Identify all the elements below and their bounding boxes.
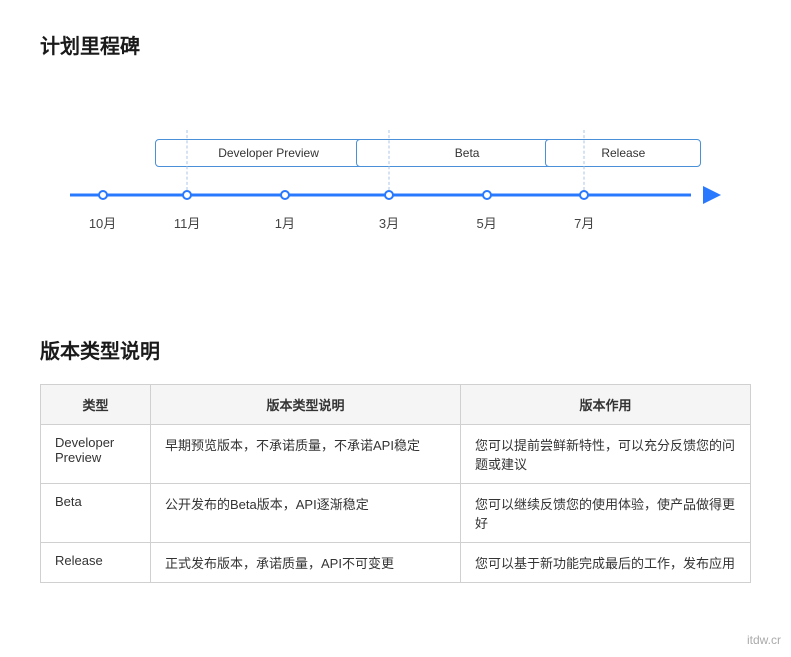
dot-oct	[98, 190, 108, 200]
row-type-release: Release	[41, 543, 151, 583]
row-desc-developer-preview: 早期预览版本，不承诺质量，不承诺API稳定	[151, 425, 461, 484]
phase-release: Release	[545, 139, 701, 167]
timeline-section: 计划里程碑 Developer Preview Beta Release	[40, 30, 751, 275]
col-header-use: 版本作用	[461, 385, 751, 425]
phase-boxes-container: Developer Preview Beta Release	[70, 139, 721, 175]
row-desc-release: 正式发布版本，承诺质量，API不可变更	[151, 543, 461, 583]
table-row: Beta 公开发布的Beta版本，API逐渐稳定 您可以继续反馈您的使用体验，使…	[41, 484, 751, 543]
timeline-arrow	[703, 186, 721, 204]
row-use-release: 您可以基于新功能完成最后的工作，发布应用	[461, 543, 751, 583]
row-use-developer-preview: 您可以提前尝鲜新特性，可以充分反馈您的问题或建议	[461, 425, 751, 484]
row-type-beta: Beta	[41, 484, 151, 543]
dashed-line-3	[584, 130, 585, 190]
dot-mar	[384, 190, 394, 200]
month-labels: 10月 11月 1月 3月 5月 7月	[70, 213, 721, 235]
col-header-type: 类型	[41, 385, 151, 425]
month-jul: 7月	[574, 213, 594, 232]
col-header-desc: 版本类型说明	[151, 385, 461, 425]
dot-nov	[182, 190, 192, 200]
table-row: Developer Preview 早期预览版本，不承诺质量，不承诺API稳定 …	[41, 425, 751, 484]
page-title-2: 版本类型说明	[40, 335, 751, 364]
dot-jan	[280, 190, 290, 200]
row-desc-beta: 公开发布的Beta版本，API逐渐稳定	[151, 484, 461, 543]
row-type-developer-preview: Developer Preview	[41, 425, 151, 484]
timeline-track	[70, 185, 721, 205]
table-section: 版本类型说明 类型 版本类型说明 版本作用 Developer Preview …	[40, 335, 751, 583]
row-use-beta: 您可以继续反馈您的使用体验，使产品做得更好	[461, 484, 751, 543]
version-table: 类型 版本类型说明 版本作用 Developer Preview 早期预览版本，…	[40, 384, 751, 583]
table-row: Release 正式发布版本，承诺质量，API不可变更 您可以基于新功能完成最后…	[41, 543, 751, 583]
dashed-line-2	[388, 130, 389, 190]
dot-may	[482, 190, 492, 200]
month-jan: 1月	[275, 213, 295, 232]
watermark: itdw.cr	[747, 633, 781, 647]
table-header-row: 类型 版本类型说明 版本作用	[41, 385, 751, 425]
timeline-wrapper: Developer Preview Beta Release	[40, 89, 751, 275]
month-oct: 10月	[89, 213, 116, 232]
month-nov: 11月	[174, 213, 201, 232]
month-may: 5月	[477, 213, 497, 232]
page-title-1: 计划里程碑	[40, 30, 751, 59]
phase-developer-preview: Developer Preview	[155, 139, 383, 167]
month-mar: 3月	[379, 213, 399, 232]
dashed-line-1	[187, 130, 188, 190]
timeline-line	[70, 194, 691, 197]
dot-jul	[579, 190, 589, 200]
